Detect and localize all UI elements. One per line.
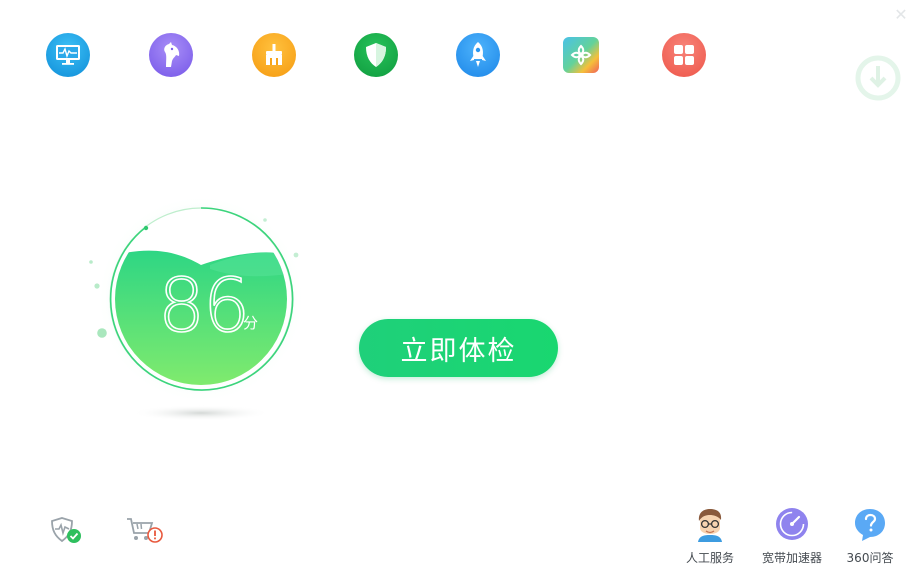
shopping-protection-status-button[interactable] bbox=[125, 515, 165, 551]
security-tool-button[interactable] bbox=[354, 33, 398, 77]
support-agent-avatar-icon bbox=[698, 509, 722, 542]
grid-apps-icon bbox=[674, 45, 694, 65]
computer-check-tool-button[interactable] bbox=[46, 33, 90, 77]
cart-warning-icon bbox=[127, 518, 163, 543]
upgrade-arrow-icon bbox=[855, 55, 901, 101]
service-label: 人工服务 bbox=[685, 551, 734, 565]
start-checkup-button[interactable]: 立即体检 bbox=[359, 319, 558, 377]
service-label: 360问答 bbox=[846, 551, 894, 565]
trojan-horse-icon bbox=[164, 42, 180, 67]
question-bubble-icon bbox=[855, 509, 885, 541]
monitor-pulse-icon bbox=[56, 45, 80, 65]
cleanup-tool-button[interactable] bbox=[252, 33, 296, 77]
health-score-unit: 分 bbox=[243, 314, 259, 332]
software-manager-tool-button[interactable] bbox=[563, 37, 599, 73]
software-flower-icon bbox=[570, 44, 592, 66]
trojan-scan-tool-button[interactable] bbox=[149, 33, 193, 77]
speedometer-icon bbox=[776, 508, 808, 540]
close-button[interactable]: ✕ bbox=[892, 6, 910, 24]
health-score-value: 86 bbox=[157, 263, 251, 349]
broom-clean-icon bbox=[266, 44, 282, 65]
service-label: 宽带加速器 bbox=[761, 551, 822, 565]
heart-shield-check-icon bbox=[51, 517, 81, 543]
system-protection-status-button[interactable] bbox=[49, 515, 89, 551]
upgrade-widget[interactable] bbox=[852, 52, 902, 102]
rocket-icon bbox=[470, 42, 486, 67]
service-360-qa[interactable]: 360问答 bbox=[834, 506, 906, 565]
service-human-support[interactable]: 人工服务 bbox=[674, 506, 746, 565]
shield-icon bbox=[366, 43, 386, 67]
speedup-tool-button[interactable] bbox=[456, 33, 500, 77]
service-broadband-accelerator[interactable]: 宽带加速器 bbox=[756, 506, 828, 565]
more-features-tool-button[interactable] bbox=[662, 33, 706, 77]
